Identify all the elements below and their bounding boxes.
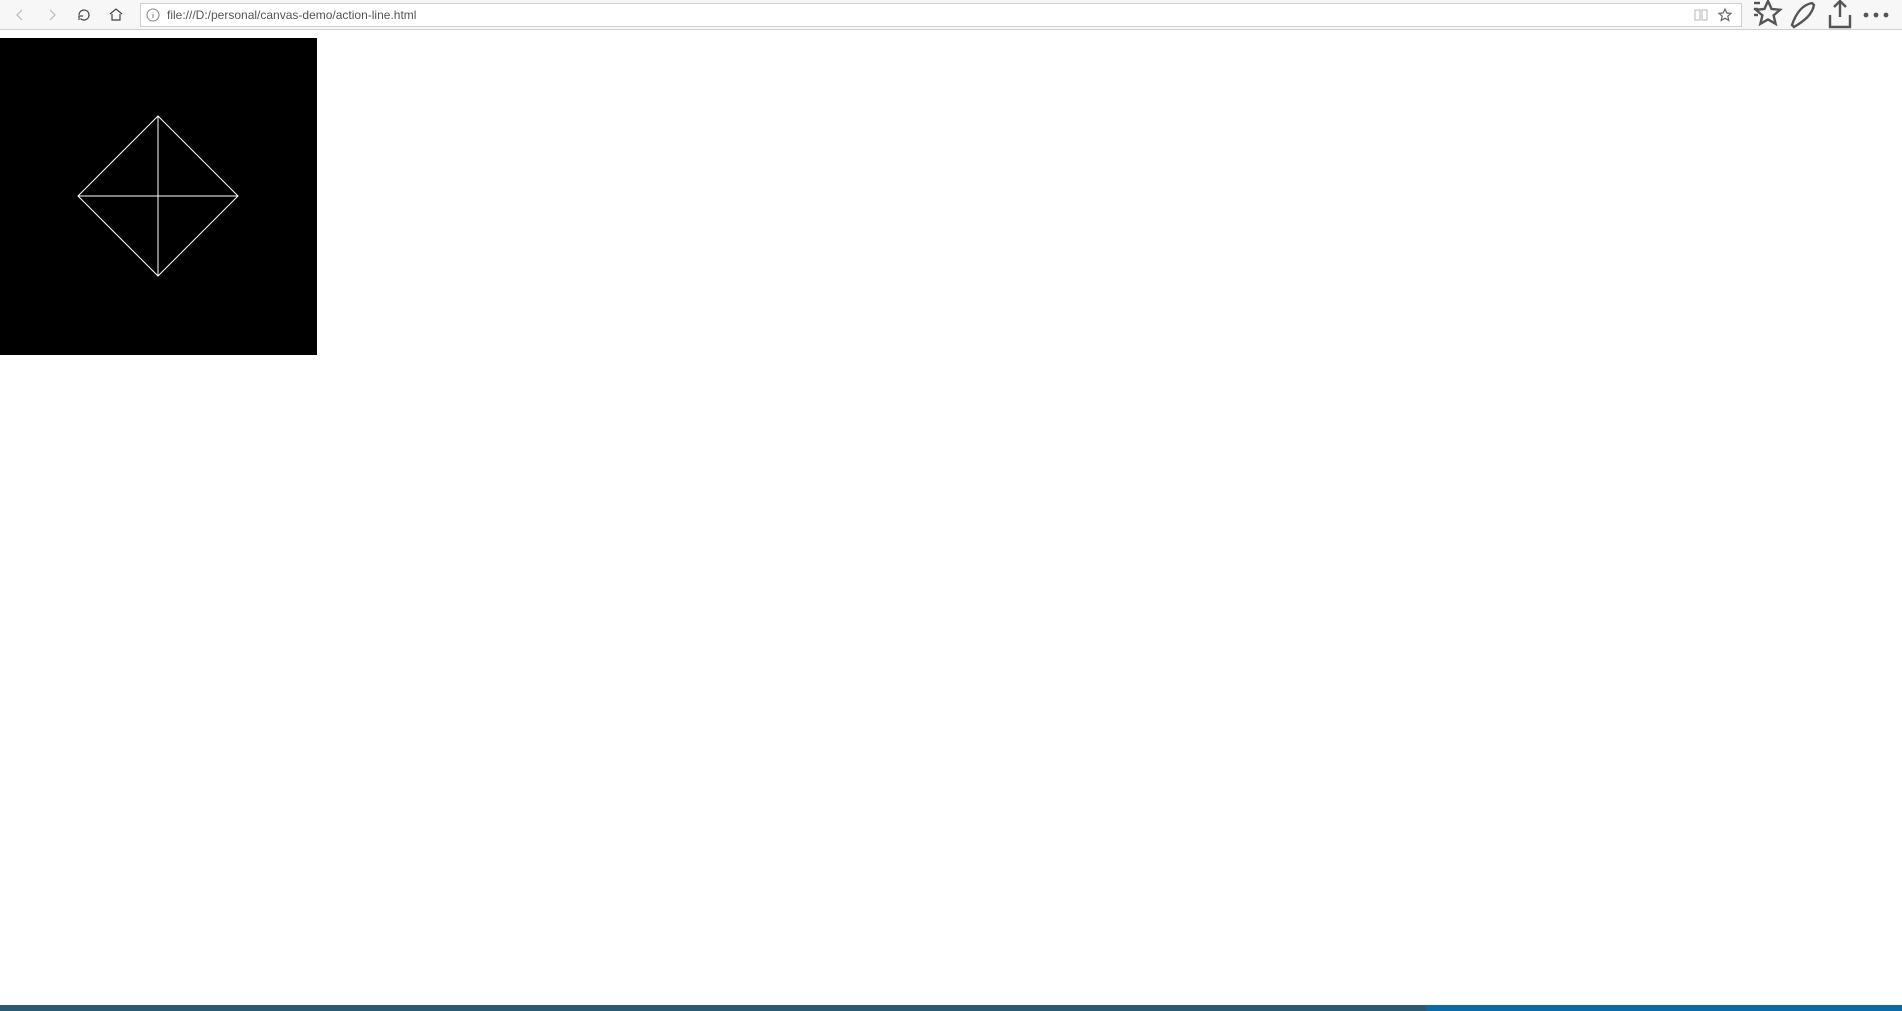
forward-button[interactable]: [36, 1, 68, 29]
browser-toolbar: [0, 0, 1902, 30]
right-toolbar: [1750, 1, 1898, 29]
page-content: [0, 30, 1902, 1011]
more-button[interactable]: [1858, 1, 1894, 29]
taskbar-hint: [0, 1005, 1902, 1011]
home-icon: [108, 7, 124, 23]
site-info-icon[interactable]: [145, 7, 161, 23]
back-icon: [12, 7, 28, 23]
share-button[interactable]: [1822, 1, 1858, 29]
home-button[interactable]: [100, 1, 132, 29]
notes-button[interactable]: [1786, 1, 1822, 29]
address-bar[interactable]: [140, 3, 1742, 27]
favorites-hub-button[interactable]: [1750, 1, 1786, 29]
refresh-button[interactable]: [68, 1, 100, 29]
forward-icon: [44, 7, 60, 23]
share-icon: [1822, 0, 1858, 33]
favorite-star-icon[interactable]: [1717, 7, 1733, 23]
pen-icon: [1786, 0, 1822, 33]
reading-view-icon[interactable]: [1693, 7, 1709, 23]
url-input[interactable]: [167, 8, 1693, 22]
refresh-icon: [76, 7, 92, 23]
back-button[interactable]: [4, 1, 36, 29]
canvas-diamond: [0, 38, 317, 355]
favorites-hub-icon: [1750, 0, 1786, 33]
more-icon: [1858, 0, 1894, 33]
